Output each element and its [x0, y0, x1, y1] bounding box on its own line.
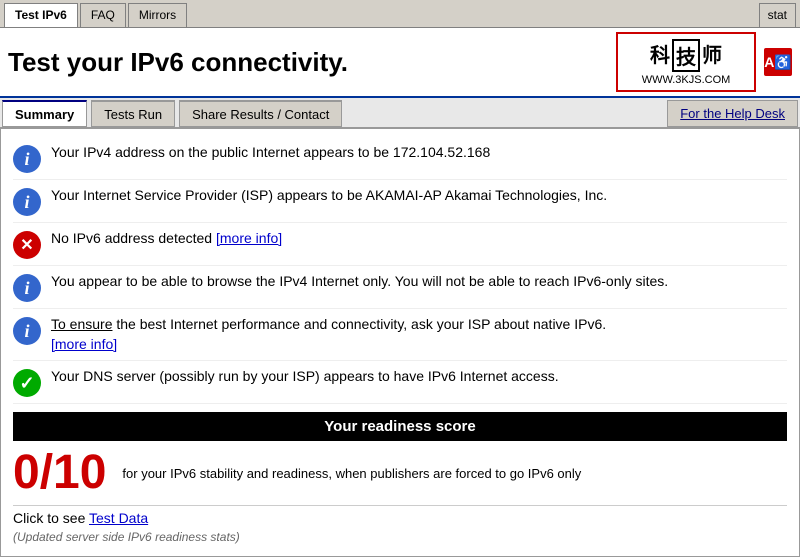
tab-mirrors[interactable]: Mirrors: [128, 3, 187, 27]
main-content: i Your IPv4 address on the public Intern…: [0, 128, 800, 557]
result-row-isp: i Your Internet Service Provider (ISP) a…: [13, 180, 787, 223]
score-section: 0/10 for your IPv6 stability and readine…: [13, 441, 787, 501]
score-bar: Your readiness score: [13, 412, 787, 441]
logo-char-3: 师: [702, 39, 722, 72]
result-text-2: Your Internet Service Provider (ISP) app…: [51, 186, 787, 206]
page-title: Test your IPv6 connectivity.: [8, 47, 616, 78]
more-info-link-1[interactable]: [more info]: [216, 230, 282, 246]
updated-text: (Updated server side IPv6 readiness stat…: [13, 530, 787, 544]
sub-tab-summary[interactable]: Summary: [2, 100, 87, 127]
result-row-ipv4: i Your IPv4 address on the public Intern…: [13, 137, 787, 180]
info-icon-3: i: [13, 274, 41, 302]
result-row-dns: ✓ Your DNS server (possibly run by your …: [13, 361, 787, 404]
bottom-section: Click to see Test Data (Updated server s…: [13, 505, 787, 548]
more-info-link-2[interactable]: [more info]: [51, 336, 117, 352]
result-text-5: To ensure the best Internet performance …: [51, 315, 787, 354]
logo-url: WWW.3KJS.COM: [642, 74, 731, 86]
result-row-ensure: i To ensure the best Internet performanc…: [13, 309, 787, 361]
result-text-3: No IPv6 address detected [more info]: [51, 229, 787, 249]
sub-tab-share-results[interactable]: Share Results / Contact: [179, 100, 342, 127]
error-icon-1: ✕: [13, 231, 41, 259]
result-row-no-ipv6: ✕ No IPv6 address detected [more info]: [13, 223, 787, 266]
info-icon-1: i: [13, 145, 41, 173]
info-icon-4: i: [13, 317, 41, 345]
result-text-1: Your IPv4 address on the public Internet…: [51, 143, 787, 163]
tab-test-ipv6[interactable]: Test IPv6: [4, 3, 78, 27]
info-icon-2: i: [13, 188, 41, 216]
score-description: for your IPv6 stability and readiness, w…: [122, 466, 787, 481]
page-header: Test your IPv6 connectivity. 科 技 师 WWW.3…: [0, 28, 800, 98]
sub-tab-tests-run[interactable]: Tests Run: [91, 100, 175, 127]
result-row-ipv4-only: i You appear to be able to browse the IP…: [13, 266, 787, 309]
stat-tab[interactable]: stat: [759, 3, 796, 27]
accessibility-icon[interactable]: A♿: [764, 48, 792, 76]
site-logo: 科 技 师 WWW.3KJS.COM: [616, 32, 756, 92]
result-text-4: You appear to be able to browse the IPv4…: [51, 272, 787, 292]
sub-nav-spacer: [344, 98, 665, 127]
underline-text: To ensure: [51, 316, 112, 332]
tab-bar: Test IPv6 FAQ Mirrors stat: [0, 0, 800, 28]
logo-char-1: 科: [650, 39, 670, 72]
tab-faq[interactable]: FAQ: [80, 3, 126, 27]
logo-chars: 科 技 师: [650, 39, 722, 72]
help-desk-button[interactable]: For the Help Desk: [667, 100, 798, 127]
logo-char-2: 技: [672, 39, 700, 72]
test-data-link[interactable]: Test Data: [89, 510, 148, 526]
score-number: 0/10: [13, 449, 106, 497]
sub-nav-bar: Summary Tests Run Share Results / Contac…: [0, 98, 800, 128]
test-data-paragraph: Click to see Test Data: [13, 510, 787, 526]
success-icon-1: ✓: [13, 369, 41, 397]
result-text-6: Your DNS server (possibly run by your IS…: [51, 367, 787, 387]
